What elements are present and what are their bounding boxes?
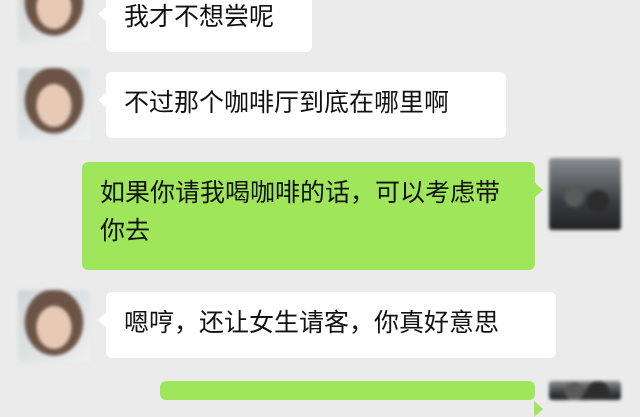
contact-avatar[interactable]	[18, 0, 90, 42]
message-text: 嗯哼，还让女生请客，你真好意思	[124, 308, 500, 337]
message-text: 如果你请我喝咖啡的话，可以考虑带你去	[100, 178, 501, 245]
message-bubble-incoming[interactable]: 我才不想尝呢	[98, 0, 312, 52]
message-bubble-outgoing[interactable]: 如果你请我喝咖啡的话，可以考虑带你去	[82, 162, 543, 270]
message-bubble-outgoing[interactable]	[160, 381, 543, 417]
my-avatar[interactable]	[549, 158, 621, 230]
contact-avatar[interactable]	[18, 290, 90, 362]
message-text: 我才不想尝呢	[124, 2, 275, 31]
message-bubble-incoming[interactable]: 嗯哼，还让女生请客，你真好意思	[98, 292, 556, 358]
contact-avatar[interactable]	[18, 68, 90, 140]
message-text: 不过那个咖啡厅到底在哪里啊	[124, 88, 450, 117]
message-bubble-incoming[interactable]: 不过那个咖啡厅到底在哪里啊	[98, 72, 506, 138]
my-avatar[interactable]	[549, 381, 621, 400]
